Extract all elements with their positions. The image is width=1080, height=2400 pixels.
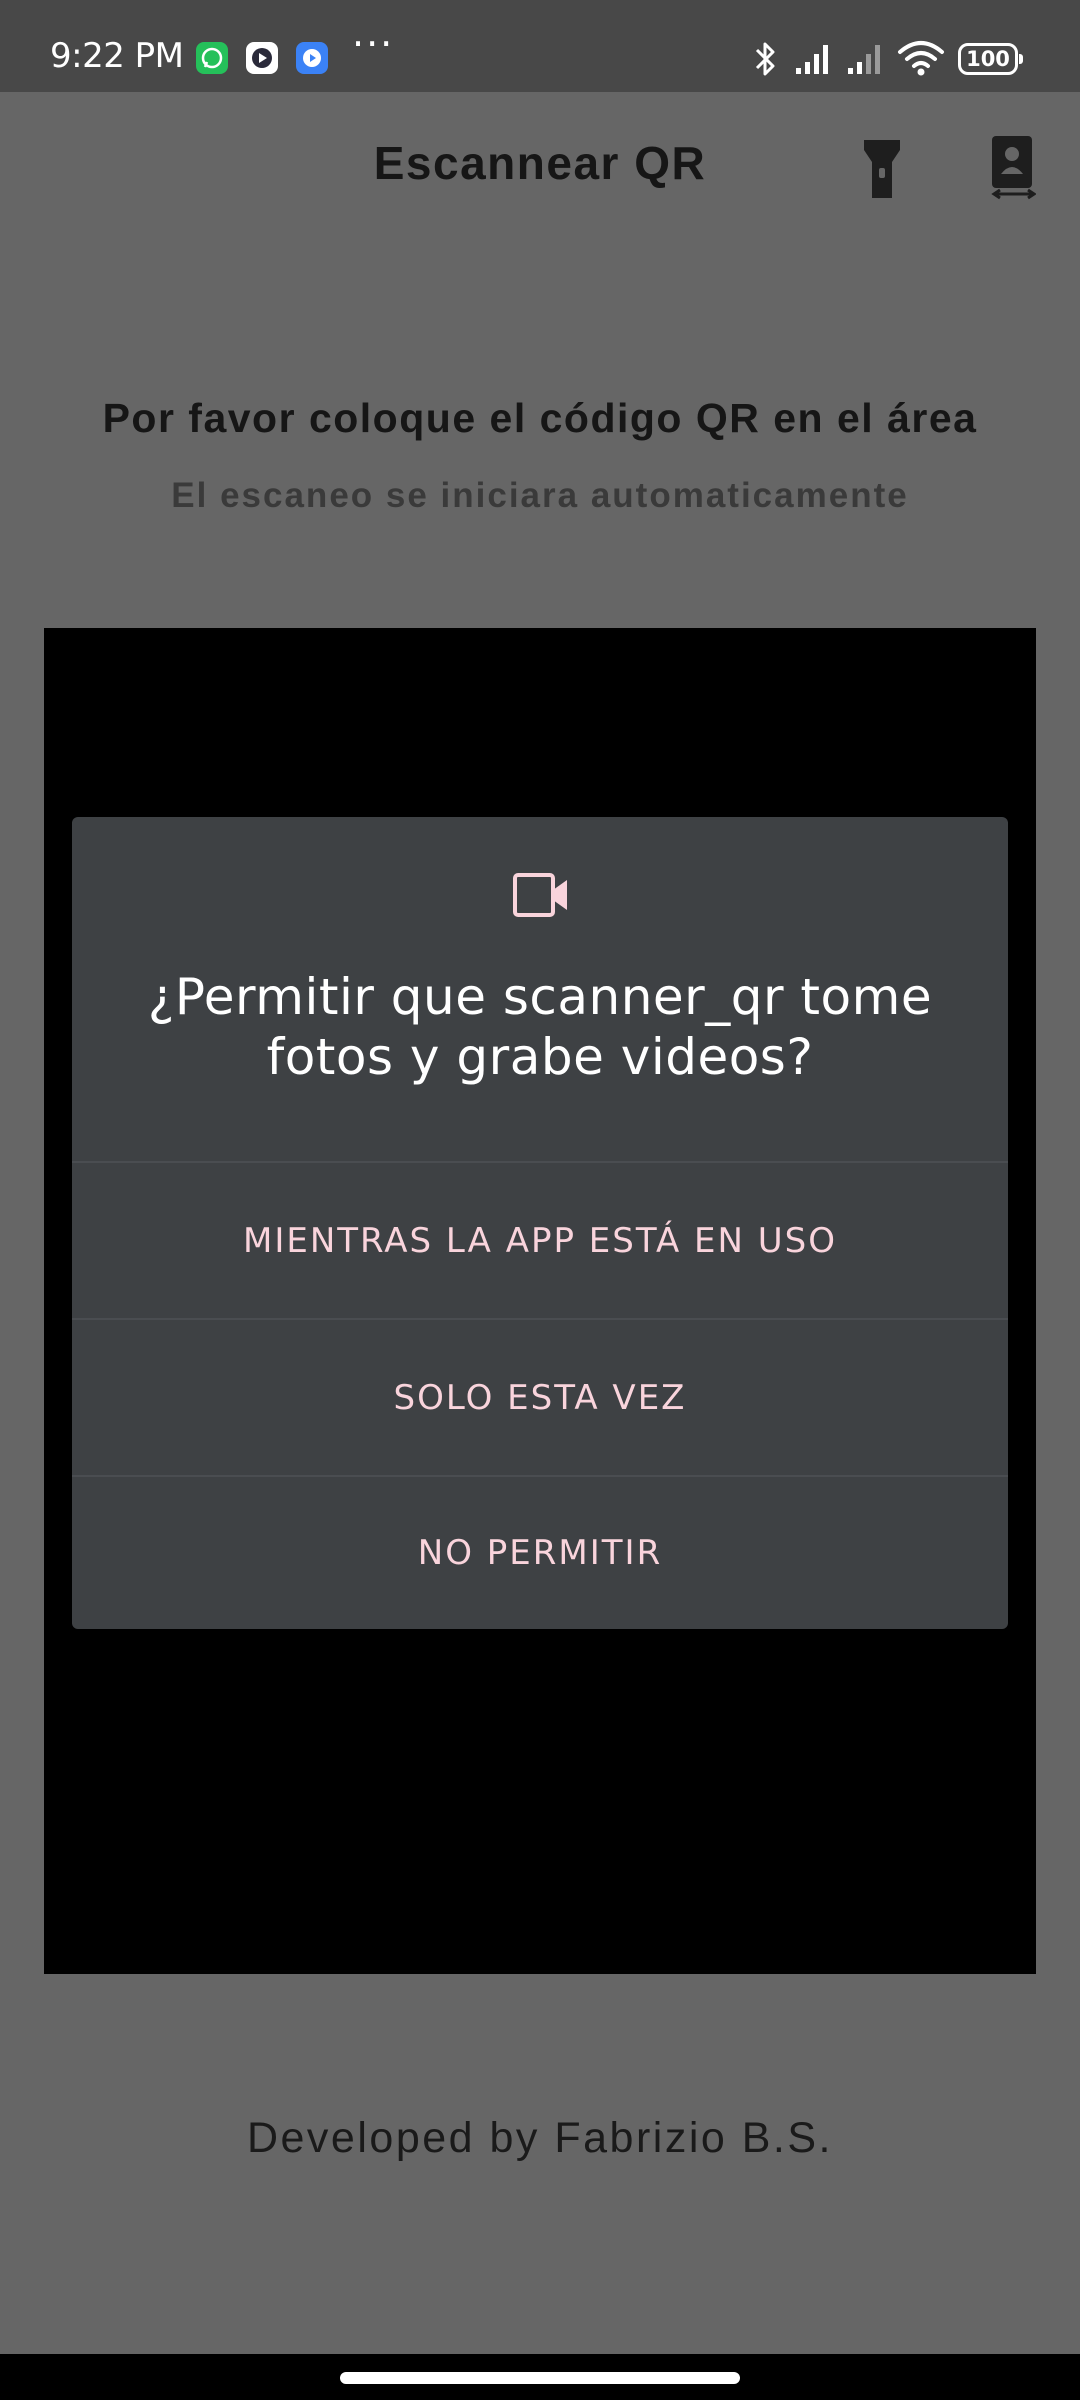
allow-while-using-button[interactable]: MIENTRAS LA APP ESTÁ EN USO — [72, 1163, 1008, 1319]
allow-once-button[interactable]: SOLO ESTA VEZ — [72, 1320, 1008, 1476]
instruction-title: Por favor coloque el código QR en el áre… — [102, 395, 978, 441]
switch-camera-icon[interactable] — [990, 134, 1037, 206]
navigation-bar — [0, 2354, 1080, 2400]
allow-while-using-label: MIENTRAS LA APP ESTÁ EN USO — [242, 1221, 837, 1261]
battery-icon: 100 — [958, 43, 1023, 75]
video-app-icon — [296, 42, 328, 74]
dialog-title: ¿Permitir que scanner_qr tome fotos y gr… — [147, 968, 933, 1086]
flashlight-icon[interactable] — [862, 138, 902, 204]
allow-once-label: SOLO ESTA VEZ — [393, 1378, 687, 1418]
footer-credit: Developed by Fabrizio B.S. — [246, 2114, 834, 2162]
page-title: Escannear QR — [373, 137, 707, 189]
signal-icon — [846, 42, 886, 80]
whatsapp-icon — [196, 42, 228, 74]
status-bar: 9:22 PM ··· 100 — [0, 0, 1080, 92]
status-time: 9:22 PM — [50, 36, 184, 76]
home-indicator[interactable] — [340, 2372, 740, 2384]
instruction-subtitle: El escaneo se iniciara automaticamente — [171, 476, 909, 515]
deny-button[interactable]: NO PERMITIR — [72, 1477, 1008, 1629]
bluetooth-icon — [748, 40, 782, 82]
videocam-icon — [512, 872, 570, 922]
status-overflow-indicator: ··· — [352, 22, 395, 66]
wifi-icon — [896, 40, 946, 80]
signal-icon — [794, 42, 834, 80]
deny-label: NO PERMITIR — [417, 1533, 663, 1573]
media-app-icon — [246, 42, 278, 74]
permission-dialog: ¿Permitir que scanner_qr tome fotos y gr… — [72, 817, 1008, 1629]
